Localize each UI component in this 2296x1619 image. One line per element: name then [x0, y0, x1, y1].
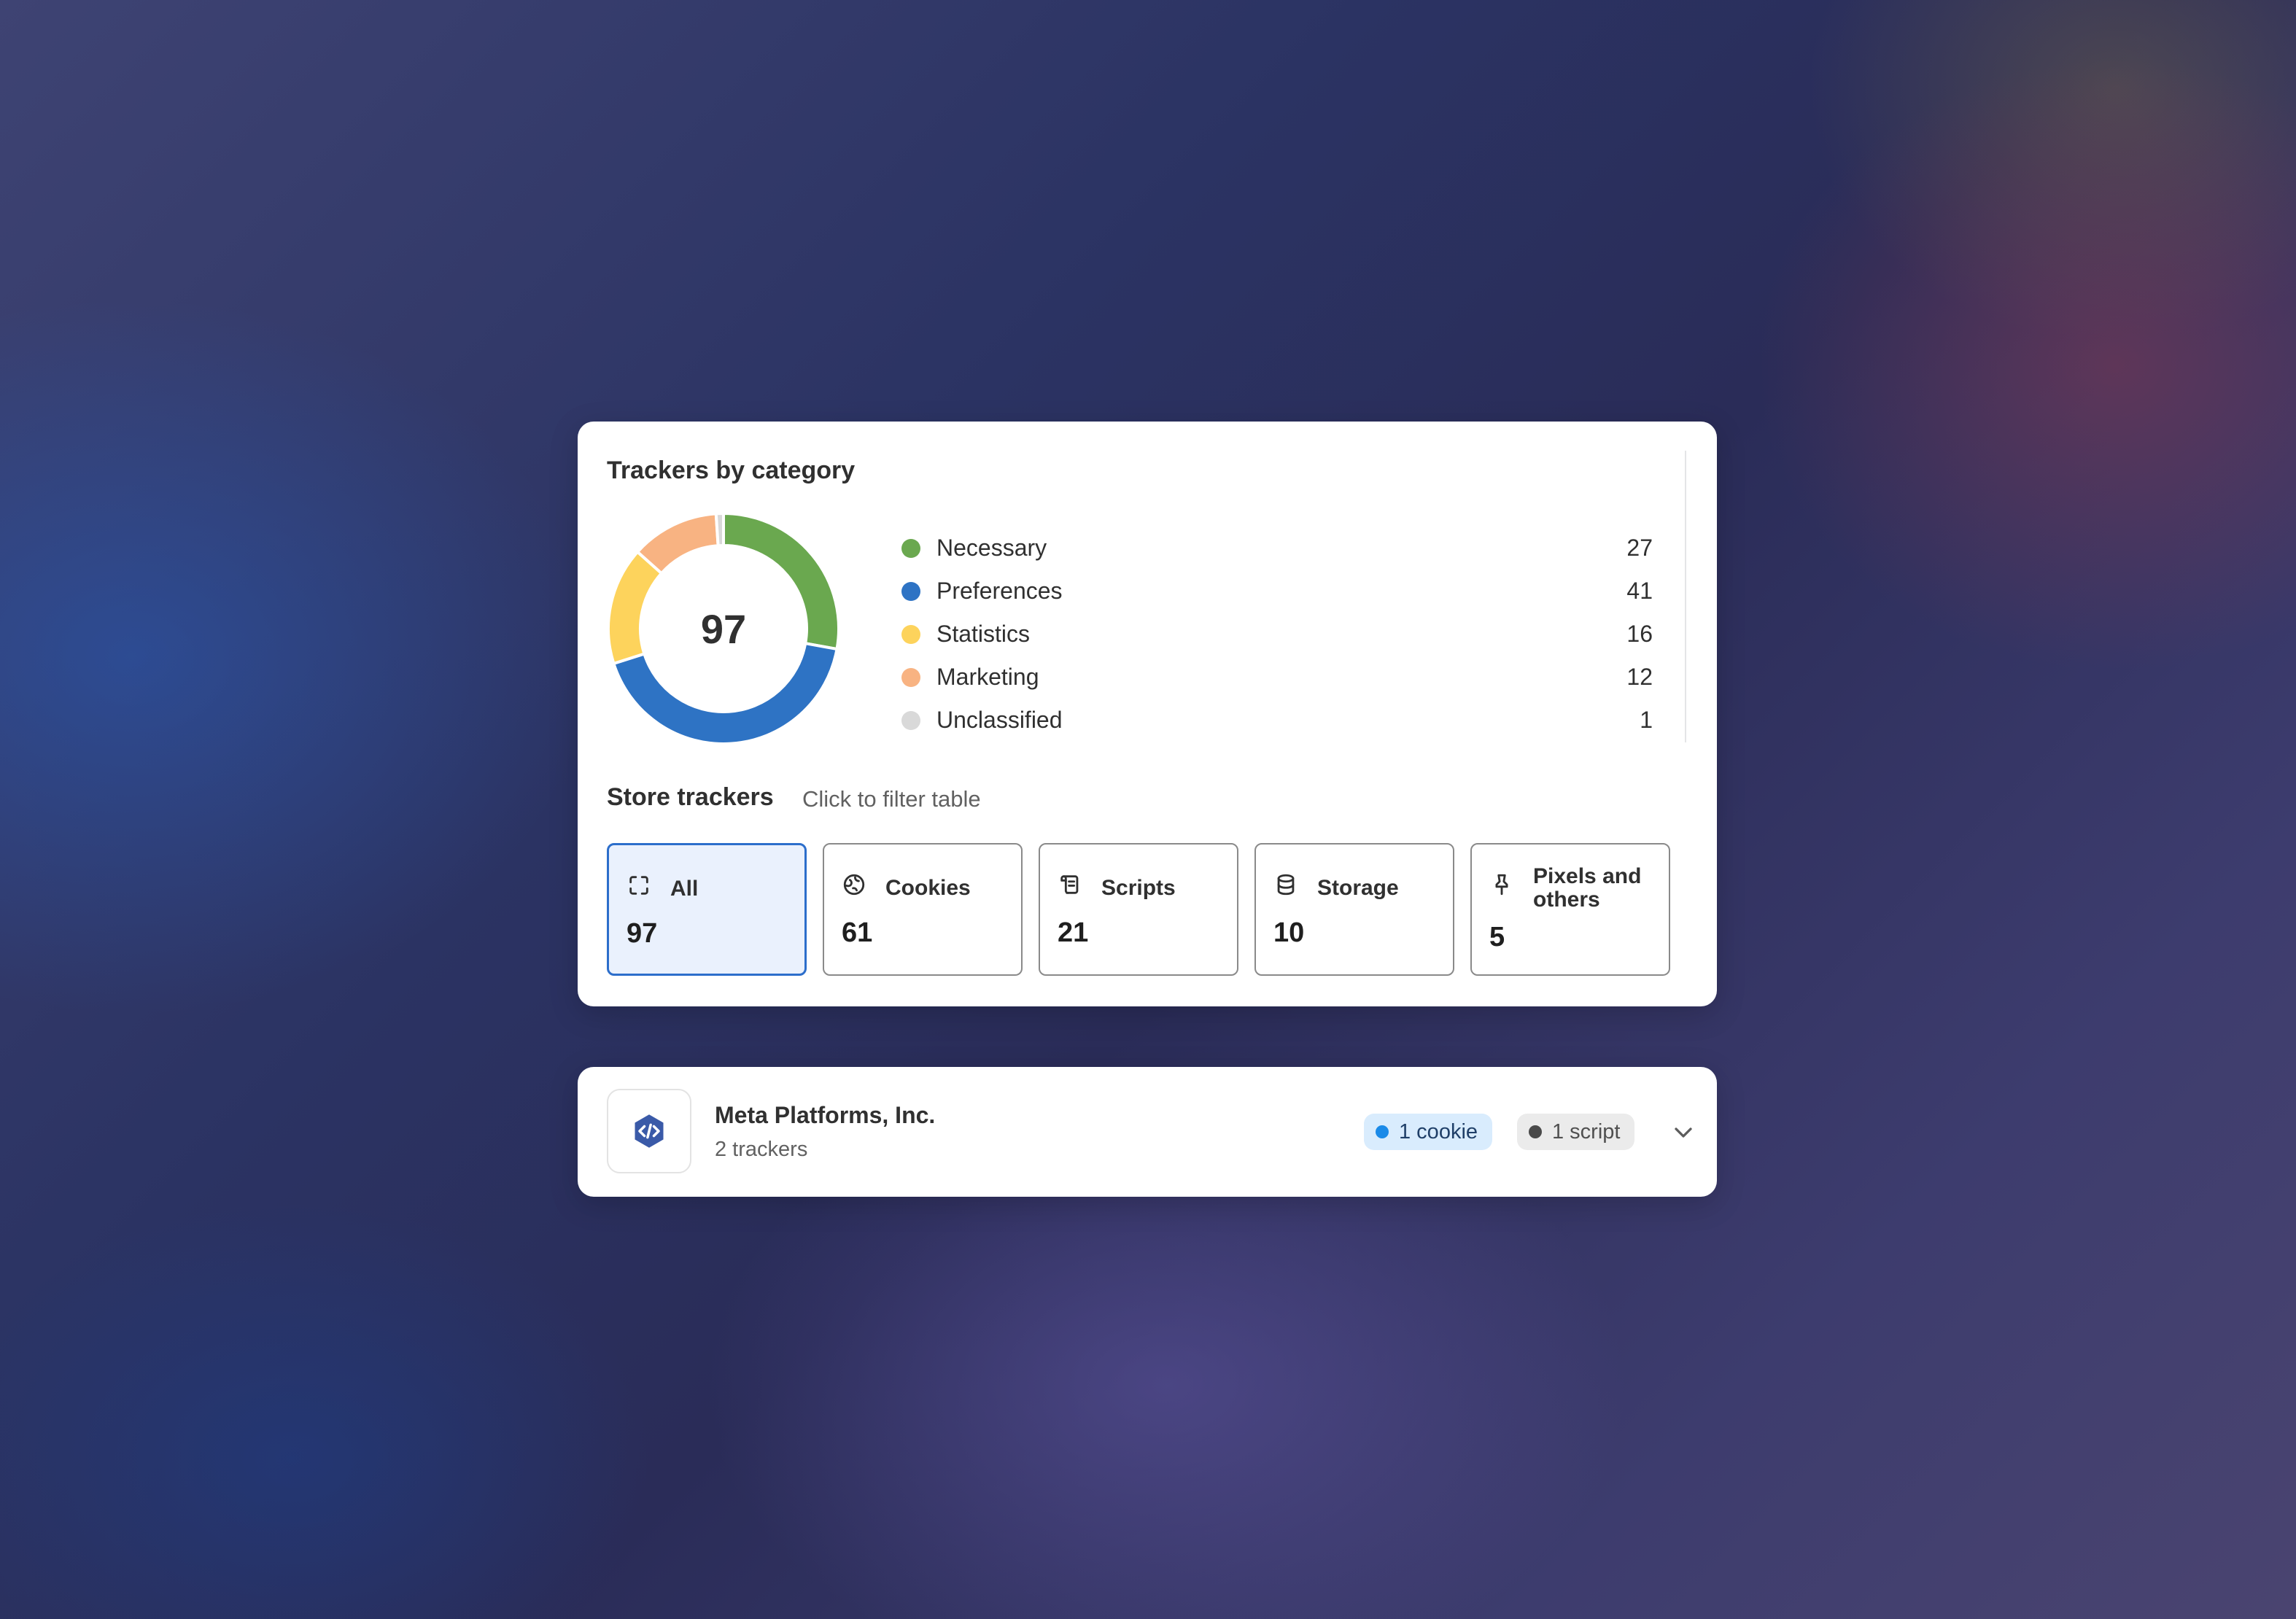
badge-label: 1 script: [1552, 1119, 1621, 1144]
tile-label: Scripts: [1101, 876, 1176, 900]
tile-label: Pixels and others: [1533, 864, 1642, 912]
legend-row-necessary: Necessary 27: [901, 527, 1653, 570]
legend-row-marketing: Marketing 12: [901, 656, 1653, 699]
legend-label: Statistics: [936, 621, 1031, 647]
legend-count: 16: [1626, 621, 1653, 647]
marketing-dot: [901, 667, 920, 687]
tile-label: Cookies: [885, 876, 971, 900]
database-icon: [1273, 872, 1298, 897]
script-badge: 1 script: [1517, 1114, 1635, 1150]
tile-count: 5: [1489, 922, 1505, 952]
chevron-down-icon[interactable]: [1669, 1118, 1698, 1147]
legend-label: Marketing: [936, 664, 1039, 690]
cookie-icon: [842, 872, 866, 897]
all-bracket-icon: [627, 873, 651, 898]
divider: [1685, 451, 1686, 742]
legend-count: 27: [1626, 535, 1653, 561]
cookie-badge: 1 cookie: [1364, 1114, 1493, 1150]
vendor-logo: [607, 1089, 691, 1173]
legend-count: 12: [1626, 664, 1653, 690]
badge-dot: [1376, 1125, 1389, 1138]
legend-count: 1: [1640, 707, 1653, 733]
filter-tile-all[interactable]: All 97: [607, 843, 807, 976]
script-scroll-icon: [1058, 872, 1082, 897]
legend-count: 41: [1626, 578, 1653, 604]
unclassified-dot: [901, 710, 920, 730]
legend-row-statistics: Statistics 16: [901, 613, 1653, 656]
necessary-dot: [901, 538, 920, 558]
filter-tile-storage[interactable]: Storage 10: [1254, 843, 1454, 976]
donut-total: 97: [700, 605, 747, 652]
legend-row-unclassified: Unclassified 1: [901, 699, 1653, 742]
filter-tile-pixels[interactable]: Pixels and others 5: [1470, 843, 1670, 976]
tile-count: 61: [842, 917, 873, 948]
category-legend: Necessary 27 Preferences 41 Statistics 1…: [901, 527, 1653, 742]
tracker-type-filters: All 97 Cookies 61 Scripts 21 Storage 10 …: [607, 843, 1670, 976]
preferences-dot: [901, 581, 920, 601]
filter-tile-scripts[interactable]: Scripts 21: [1039, 843, 1238, 976]
filter-hint: Click to filter table: [802, 786, 981, 812]
category-donut-chart: 97: [607, 512, 840, 745]
section-title: Trackers by category: [607, 457, 856, 484]
badge-dot: [1529, 1125, 1542, 1138]
vendor-tracker-count: 2 trackers: [715, 1138, 808, 1161]
tile-count: 10: [1273, 917, 1305, 948]
badge-label: 1 cookie: [1399, 1119, 1478, 1144]
tile-label: Storage: [1317, 876, 1399, 900]
filter-tile-cookies[interactable]: Cookies 61: [823, 843, 1023, 976]
store-trackers-title: Store trackers: [607, 783, 774, 811]
tile-count: 97: [627, 918, 658, 949]
tile-label: All: [670, 877, 699, 901]
vendor-name: Meta Platforms, Inc.: [715, 1102, 936, 1128]
legend-label: Preferences: [936, 578, 1063, 604]
legend-row-preferences: Preferences 41: [901, 570, 1653, 613]
pin-icon: [1489, 872, 1514, 897]
legend-label: Unclassified: [936, 707, 1063, 733]
statistics-dot: [901, 624, 920, 644]
vendor-row[interactable]: Meta Platforms, Inc. 2 trackers 1 cookie…: [578, 1067, 1717, 1197]
legend-label: Necessary: [936, 535, 1047, 561]
trackers-summary-card: Trackers by category 97 Necessary 27 Pre…: [578, 422, 1717, 1006]
code-hexagon-icon: [635, 1114, 664, 1148]
tile-count: 21: [1058, 917, 1089, 948]
